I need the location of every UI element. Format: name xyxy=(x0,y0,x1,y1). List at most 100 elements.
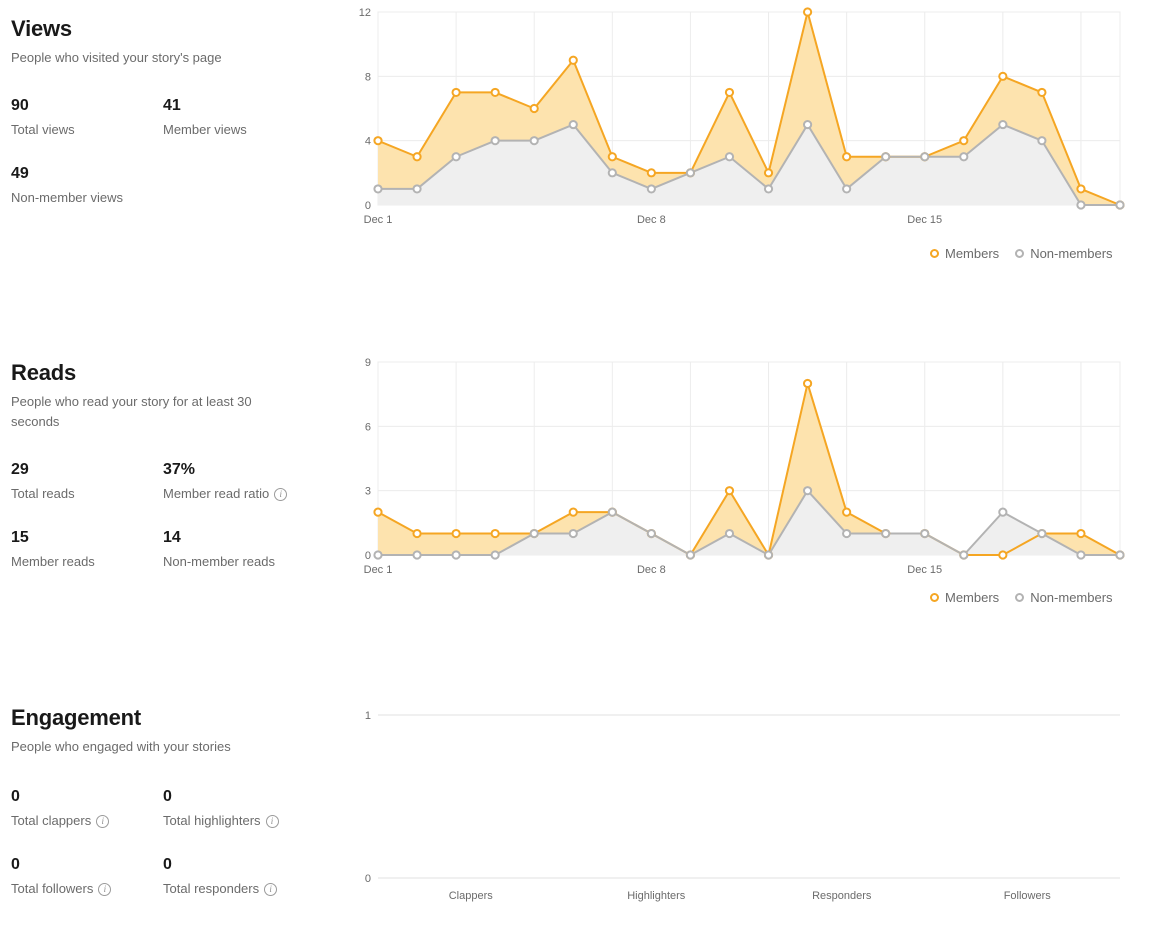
views-chart[interactable]: 04812Dec 1Dec 8Dec 15 xyxy=(355,0,1145,235)
x-axis-tick-label: Dec 1 xyxy=(364,214,393,226)
non-members-data-point xyxy=(726,153,733,160)
x-axis-tick-label: Dec 15 xyxy=(907,214,942,226)
stat-total-views-label: Total views xyxy=(11,121,163,139)
non-members-data-point xyxy=(374,551,381,558)
x-axis-category-label: Highlighters xyxy=(627,890,686,902)
members-dot-icon xyxy=(930,249,939,258)
stat-total-responders-label-text: Total responders xyxy=(163,880,259,898)
stat-member-views-label: Member views xyxy=(163,121,315,139)
stat-total-clappers-value: 0 xyxy=(11,787,163,807)
stat-member-read-ratio-label: Member read ratio xyxy=(163,485,315,503)
non-members-data-point xyxy=(843,185,850,192)
stat-nonmember-views-label-text: Non-member views xyxy=(11,189,123,207)
members-data-point xyxy=(804,380,811,387)
non-members-data-point xyxy=(882,153,889,160)
members-data-point xyxy=(570,509,577,516)
y-axis-tick-label: 3 xyxy=(365,486,371,498)
stat-total-clappers-label: Total clappers xyxy=(11,812,163,830)
reads-stat-row-1: 29 Total reads 37% Member read ratio xyxy=(11,460,351,503)
members-data-point xyxy=(960,137,967,144)
info-icon[interactable] xyxy=(274,488,287,501)
y-axis-tick-label: 0 xyxy=(365,200,371,212)
non-members-data-point xyxy=(882,530,889,537)
non-members-dot-icon xyxy=(1015,249,1024,258)
members-data-point xyxy=(726,89,733,96)
views-section: Views People who visited your story's pa… xyxy=(0,0,1154,340)
engagement-stat-row-1: 0 Total clappers 0 Total highlighters xyxy=(11,787,351,830)
stat-total-responders-label: Total responders xyxy=(163,880,315,898)
stat-total-responders: 0 Total responders xyxy=(163,855,315,898)
engagement-stat-row-2: 0 Total followers 0 Total responders xyxy=(11,855,351,898)
engagement-section: Engagement People who engaged with your … xyxy=(0,688,1154,927)
stat-member-read-ratio-value: 37% xyxy=(163,460,315,480)
non-members-data-point xyxy=(1038,530,1045,537)
non-members-data-point xyxy=(843,530,850,537)
info-icon[interactable] xyxy=(98,883,111,896)
members-data-point xyxy=(726,487,733,494)
legend-label-non-members: Non-members xyxy=(1030,590,1112,605)
non-members-data-point xyxy=(570,530,577,537)
engagement-summary-panel: Engagement People who engaged with your … xyxy=(11,705,351,923)
reads-chart[interactable]: 0369Dec 1Dec 8Dec 15 xyxy=(355,350,1145,585)
non-members-data-point xyxy=(1077,551,1084,558)
info-icon[interactable] xyxy=(264,883,277,896)
engagement-title: Engagement xyxy=(11,705,351,731)
non-members-data-point xyxy=(960,551,967,558)
members-data-point xyxy=(413,530,420,537)
non-members-data-point xyxy=(453,551,460,558)
members-data-point xyxy=(999,73,1006,80)
legend-item-members[interactable]: Members xyxy=(930,590,999,605)
non-members-data-point xyxy=(609,509,616,516)
stat-member-read-ratio-label-text: Member read ratio xyxy=(163,485,269,503)
reads-chart-svg[interactable]: 0369Dec 1Dec 8Dec 15 xyxy=(355,350,1145,585)
views-stat-row-2: 49 Non-member views xyxy=(11,164,351,207)
views-chart-legend: Members Non-members xyxy=(930,246,1113,261)
members-dot-icon xyxy=(930,593,939,602)
legend-item-members[interactable]: Members xyxy=(930,246,999,261)
members-data-point xyxy=(609,153,616,160)
stat-nonmember-views-label: Non-member views xyxy=(11,189,163,207)
members-data-point xyxy=(453,89,460,96)
x-axis-tick-label: Dec 1 xyxy=(364,564,393,576)
stat-member-read-ratio: 37% Member read ratio xyxy=(163,460,315,503)
members-data-point xyxy=(1077,530,1084,537)
views-summary-panel: Views People who visited your story's pa… xyxy=(11,16,351,232)
legend-item-non-members[interactable]: Non-members xyxy=(1015,246,1112,261)
legend-item-non-members[interactable]: Non-members xyxy=(1015,590,1112,605)
non-members-data-point xyxy=(492,551,499,558)
stat-total-highlighters: 0 Total highlighters xyxy=(163,787,315,830)
y-axis-tick-label: 9 xyxy=(365,357,371,369)
stat-nonmember-views-value: 49 xyxy=(11,164,163,184)
members-data-point xyxy=(492,530,499,537)
non-members-data-point xyxy=(1116,201,1123,208)
info-icon[interactable] xyxy=(96,815,109,828)
stat-member-reads-label-text: Member reads xyxy=(11,553,95,571)
x-axis-tick-label: Dec 8 xyxy=(637,564,666,576)
non-members-data-point xyxy=(687,551,694,558)
x-axis-category-label: Responders xyxy=(812,890,872,902)
non-members-data-point xyxy=(648,185,655,192)
stat-total-highlighters-label-text: Total highlighters xyxy=(163,812,261,830)
views-chart-svg[interactable]: 04812Dec 1Dec 8Dec 15 xyxy=(355,0,1145,235)
y-axis-tick-label: 1 xyxy=(365,710,371,722)
engagement-chart[interactable]: 01ClappersHighlightersRespondersFollower… xyxy=(355,703,1145,918)
info-icon[interactable] xyxy=(266,815,279,828)
stat-nonmember-reads-value: 14 xyxy=(163,528,315,548)
non-members-data-point xyxy=(921,530,928,537)
non-members-data-point xyxy=(687,169,694,176)
reads-chart-legend: Members Non-members xyxy=(930,590,1113,605)
non-members-data-point xyxy=(413,185,420,192)
non-members-data-point xyxy=(453,153,460,160)
engagement-subtitle: People who engaged with your stories xyxy=(11,737,261,757)
stat-total-highlighters-value: 0 xyxy=(163,787,315,807)
non-members-data-point xyxy=(609,169,616,176)
stat-total-clappers: 0 Total clappers xyxy=(11,787,163,830)
non-members-data-point xyxy=(492,137,499,144)
stat-member-reads-label: Member reads xyxy=(11,553,163,571)
non-members-data-point xyxy=(531,530,538,537)
y-axis-tick-label: 12 xyxy=(359,7,371,19)
members-data-point xyxy=(453,530,460,537)
engagement-chart-svg[interactable]: 01ClappersHighlightersRespondersFollower… xyxy=(355,703,1145,918)
members-data-point xyxy=(843,509,850,516)
members-data-point xyxy=(413,153,420,160)
